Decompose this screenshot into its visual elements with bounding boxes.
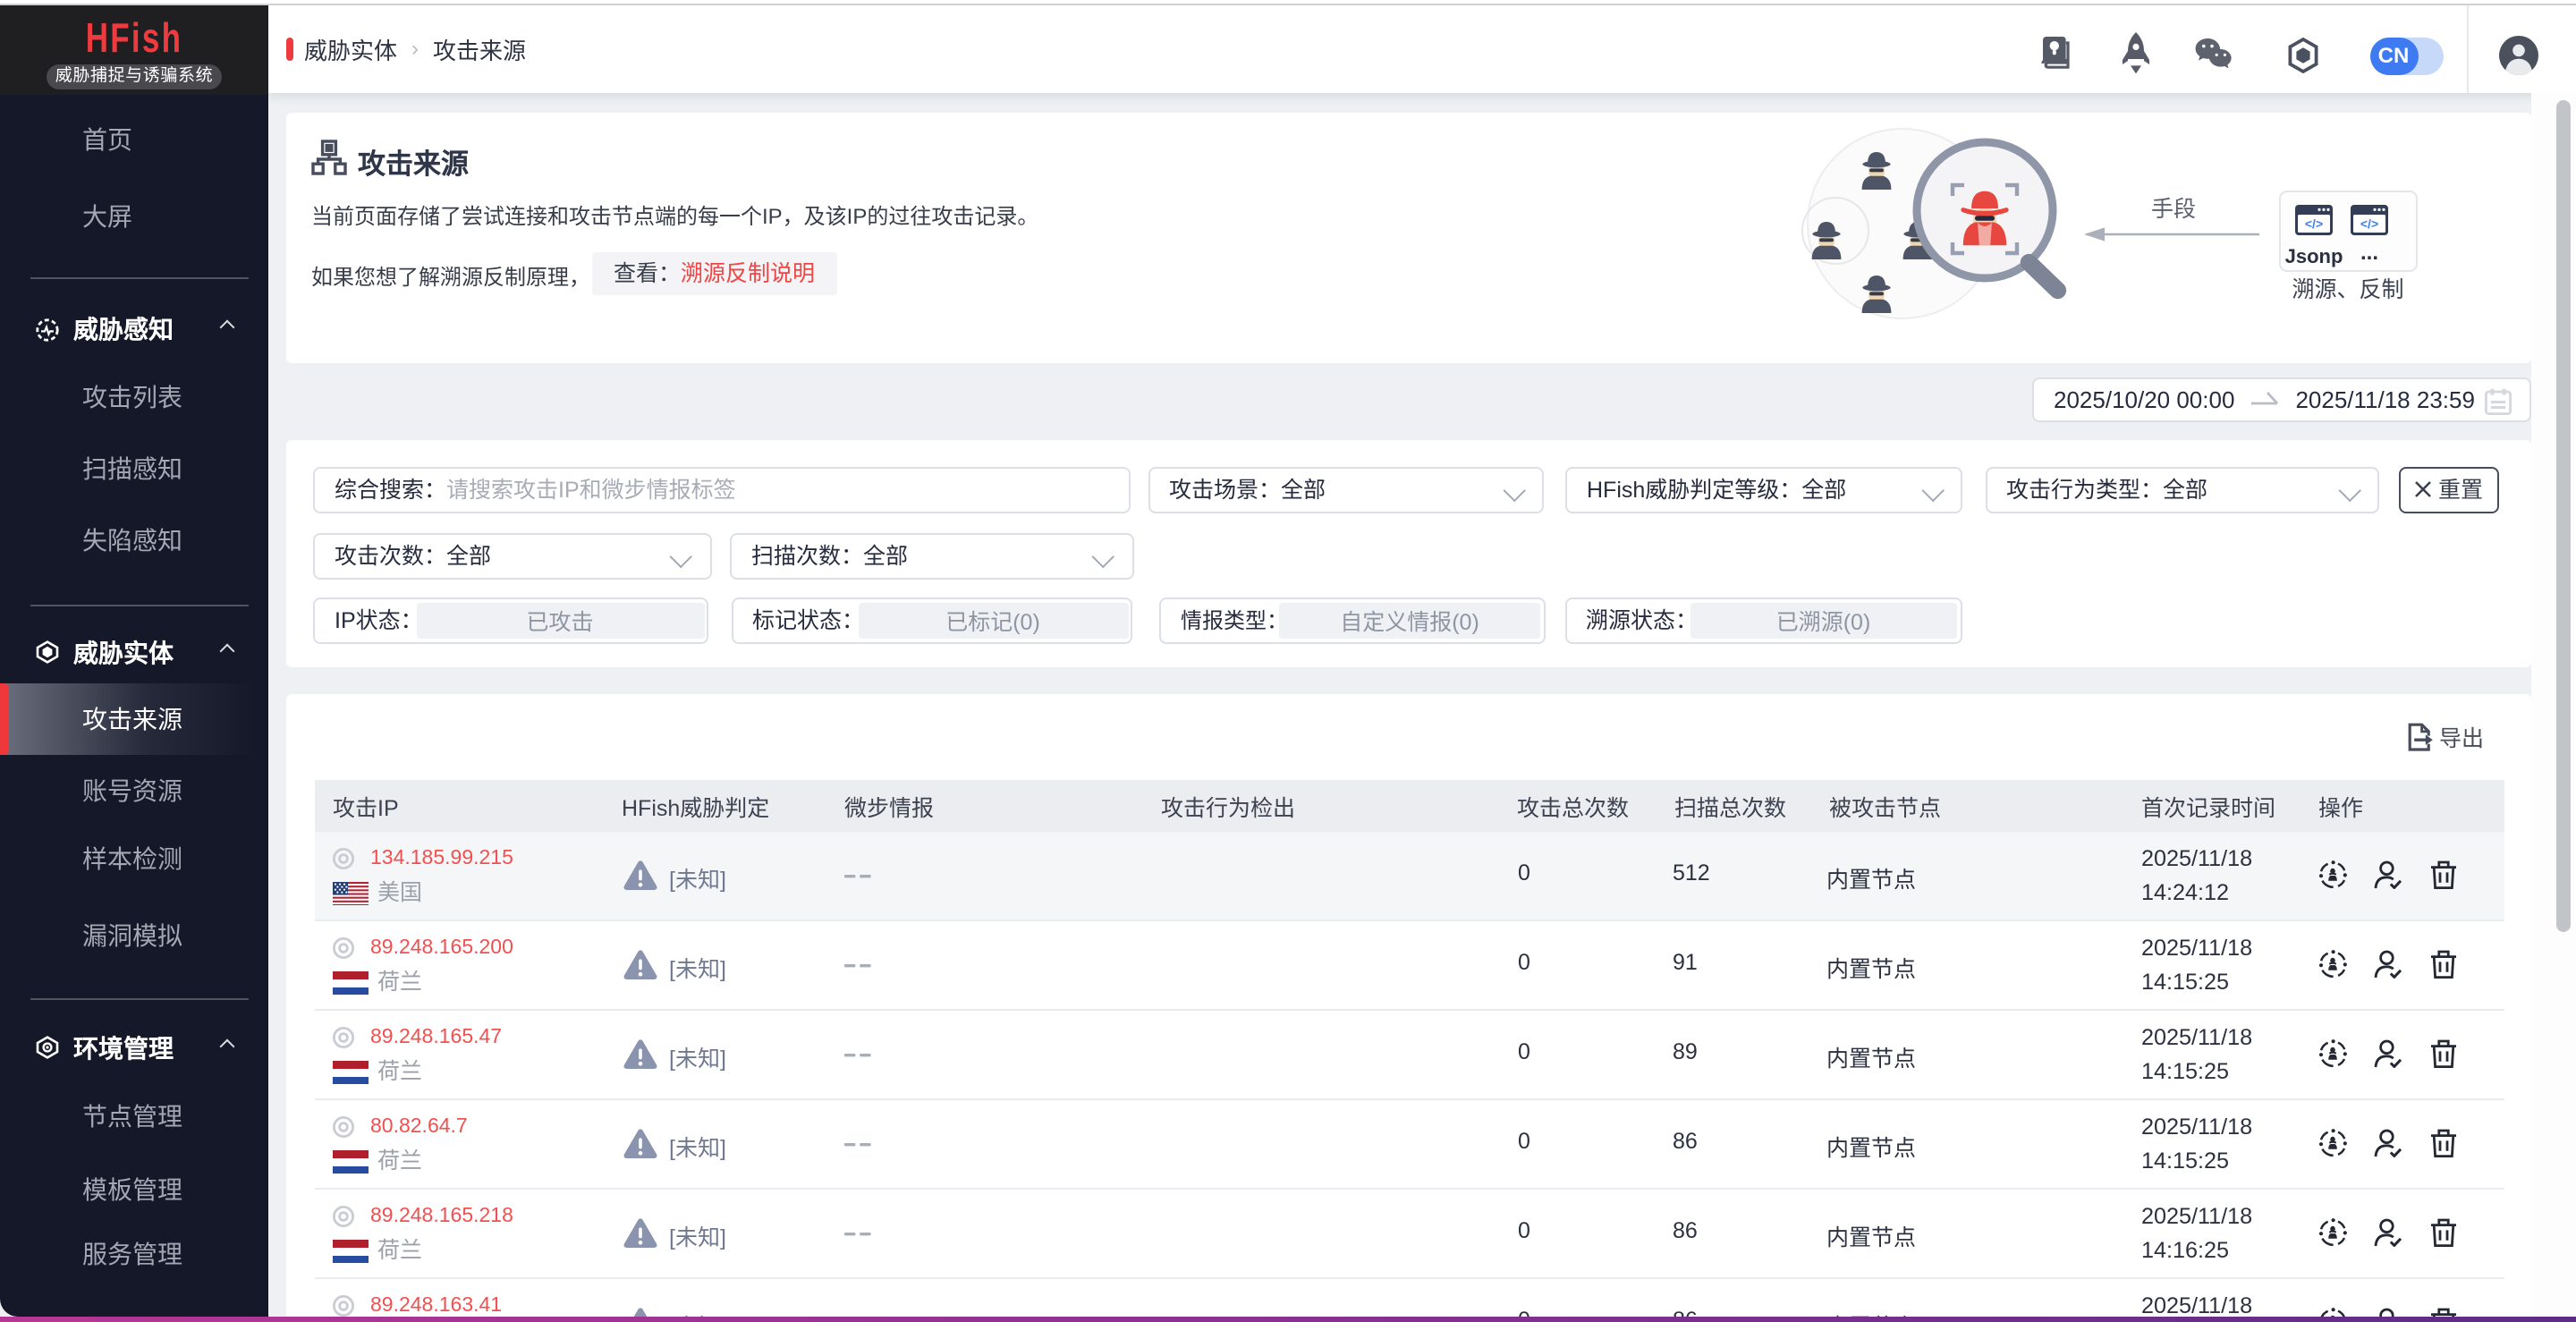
svg-text:Jsonp: Jsonp <box>2285 245 2343 267</box>
svg-text:...: ... <box>2360 241 2378 265</box>
svg-text:手段: 手段 <box>2151 197 2196 222</box>
svg-text:溯源、反制: 溯源、反制 <box>2292 277 2403 302</box>
svg-text:</>: </> <box>2360 216 2378 231</box>
svg-text:</>: </> <box>2305 216 2323 231</box>
